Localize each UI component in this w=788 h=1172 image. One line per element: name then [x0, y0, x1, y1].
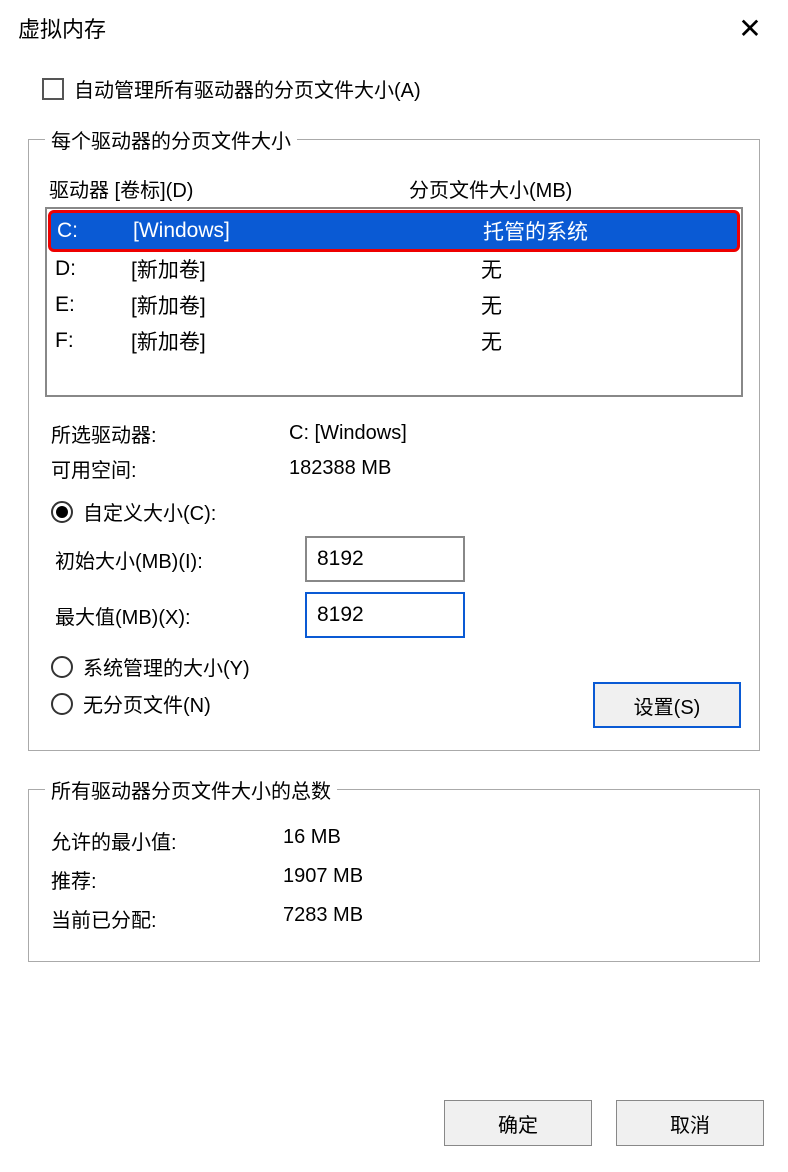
close-icon[interactable]: ✕ — [730, 12, 770, 45]
drive-row[interactable]: C: [Windows] 托管的系统 — [48, 210, 740, 252]
selected-drive-value: C: [Windows] — [289, 422, 737, 445]
drive-letter: C: — [57, 219, 133, 243]
per-drive-group: 每个驱动器的分页文件大小 驱动器 [卷标](D) 分页文件大小(MB) C: [… — [28, 125, 760, 751]
max-size-label: 最大值(MB)(X): — [51, 601, 305, 630]
no-paging-label: 无分页文件(N) — [83, 689, 211, 718]
min-allowed-label: 允许的最小值: — [51, 826, 283, 855]
drive-listbox[interactable]: C: [Windows] 托管的系统 D: [新加卷] 无 E: [新加卷] 无… — [45, 207, 743, 397]
auto-manage-label: 自动管理所有驱动器的分页文件大小(A) — [74, 74, 421, 103]
auto-manage-row: 自动管理所有驱动器的分页文件大小(A) — [42, 74, 760, 103]
max-size-input[interactable] — [305, 592, 465, 638]
selected-drive-label: 所选驱动器: — [51, 419, 289, 448]
dialog-content: 自动管理所有驱动器的分页文件大小(A) 每个驱动器的分页文件大小 驱动器 [卷标… — [0, 56, 788, 1082]
auto-manage-checkbox[interactable] — [42, 78, 64, 100]
selected-drive-row: 所选驱动器: C: [Windows] — [51, 419, 737, 448]
initial-size-row: 初始大小(MB)(I): — [51, 536, 737, 582]
recommended-label: 推荐: — [51, 865, 283, 894]
totals-group: 所有驱动器分页文件大小的总数 允许的最小值: 16 MB 推荐: 1907 MB… — [28, 775, 760, 962]
drive-label: [新加卷] — [131, 254, 421, 284]
custom-size-radio[interactable] — [51, 501, 73, 523]
drive-size: 托管的系统 — [423, 216, 731, 246]
dialog-footer: 确定 取消 — [0, 1082, 788, 1172]
drive-row[interactable]: F: [新加卷] 无 — [49, 323, 739, 359]
drive-list-headers: 驱动器 [卷标](D) 分页文件大小(MB) — [49, 174, 739, 203]
header-size: 分页文件大小(MB) — [409, 174, 739, 203]
drive-row[interactable]: E: [新加卷] 无 — [49, 287, 739, 323]
drive-letter: D: — [55, 257, 131, 281]
dialog-title: 虚拟内存 — [18, 12, 106, 44]
custom-size-radio-row: 自定义大小(C): — [51, 497, 737, 526]
drive-letter: E: — [55, 293, 131, 317]
totals-legend: 所有驱动器分页文件大小的总数 — [45, 775, 337, 804]
recommended-row: 推荐: 1907 MB — [51, 865, 737, 894]
drive-size: 无 — [421, 326, 733, 356]
max-size-row: 最大值(MB)(X): — [51, 592, 737, 638]
free-space-row: 可用空间: 182388 MB — [51, 454, 737, 483]
drive-size: 无 — [421, 290, 733, 320]
min-allowed-row: 允许的最小值: 16 MB — [51, 826, 737, 855]
drive-size: 无 — [421, 254, 733, 284]
drive-label: [Windows] — [133, 219, 423, 243]
current-label: 当前已分配: — [51, 904, 283, 933]
drive-label: [新加卷] — [131, 290, 421, 320]
initial-size-input[interactable] — [305, 536, 465, 582]
drive-row[interactable]: D: [新加卷] 无 — [49, 251, 739, 287]
header-drive: 驱动器 [卷标](D) — [49, 174, 409, 203]
system-managed-label: 系统管理的大小(Y) — [83, 652, 250, 681]
current-value: 7283 MB — [283, 904, 363, 933]
custom-size-label: 自定义大小(C): — [83, 497, 216, 526]
drive-letter: F: — [55, 329, 131, 353]
per-drive-legend: 每个驱动器的分页文件大小 — [45, 125, 297, 154]
set-button[interactable]: 设置(S) — [593, 682, 741, 728]
free-space-value: 182388 MB — [289, 457, 737, 480]
ok-button[interactable]: 确定 — [444, 1100, 592, 1146]
min-allowed-value: 16 MB — [283, 826, 341, 855]
drive-label: [新加卷] — [131, 326, 421, 356]
virtual-memory-dialog: 虚拟内存 ✕ 自动管理所有驱动器的分页文件大小(A) 每个驱动器的分页文件大小 … — [0, 0, 788, 1172]
recommended-value: 1907 MB — [283, 865, 363, 894]
system-managed-radio-row: 系统管理的大小(Y) — [51, 652, 737, 681]
system-managed-radio[interactable] — [51, 656, 73, 678]
current-row: 当前已分配: 7283 MB — [51, 904, 737, 933]
title-bar: 虚拟内存 ✕ — [0, 0, 788, 56]
initial-size-label: 初始大小(MB)(I): — [51, 545, 305, 574]
cancel-button[interactable]: 取消 — [616, 1100, 764, 1146]
free-space-label: 可用空间: — [51, 454, 289, 483]
no-paging-radio[interactable] — [51, 693, 73, 715]
